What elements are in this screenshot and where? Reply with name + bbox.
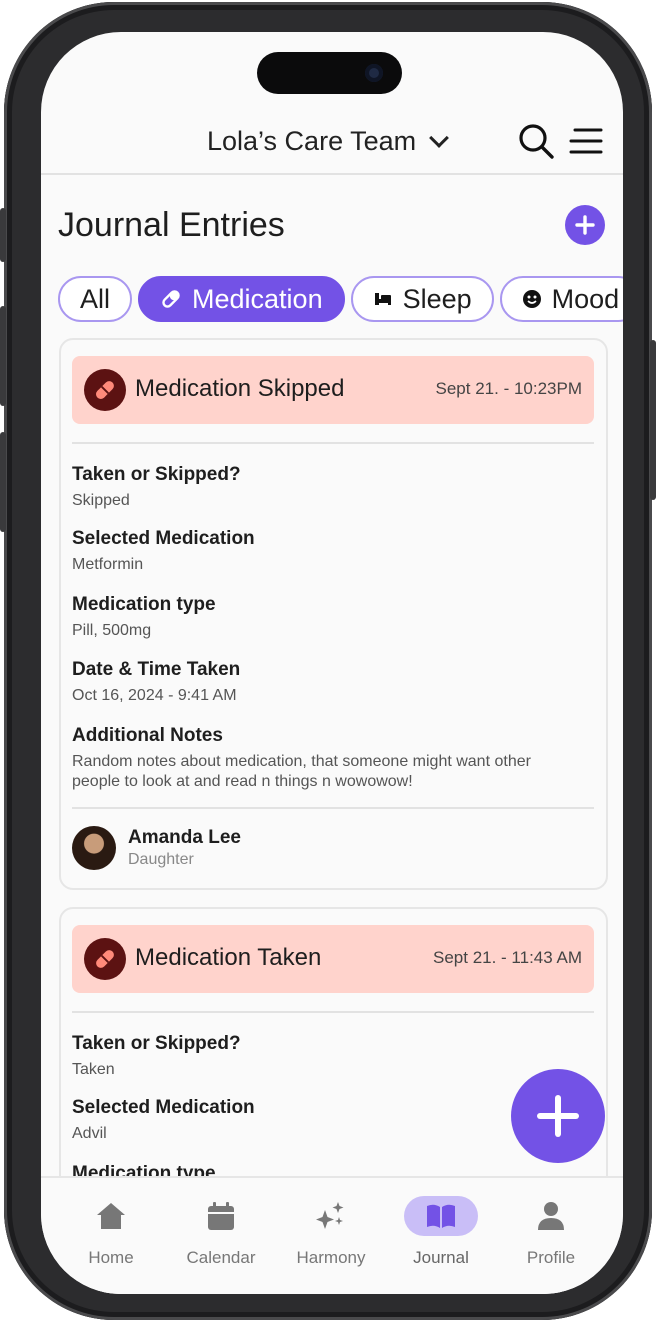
entry-header: Medication Skipped Sept 21. - 10:23PM	[72, 356, 594, 424]
entry-title: Medication Taken	[135, 944, 322, 971]
tab-label: Home	[88, 1248, 134, 1267]
tab-harmony[interactable]: Harmony	[281, 1196, 381, 1268]
filter-chips: All Medication Sleep Mood	[58, 276, 623, 322]
entry-field: Selected Medication Metformin	[72, 528, 255, 575]
menu-icon[interactable]	[569, 126, 603, 156]
volume-up-button	[0, 306, 6, 406]
journal-entry-card[interactable]: Medication Skipped Sept 21. - 10:23PM Ta…	[59, 338, 608, 890]
tab-calendar[interactable]: Calendar	[171, 1196, 271, 1268]
author-name: Amanda Lee	[128, 827, 241, 848]
page-title: Journal Entries	[58, 206, 285, 244]
field-label: Date & Time Taken	[72, 659, 241, 680]
add-entry-button[interactable]	[565, 205, 605, 245]
entry-header: Medication Taken Sept 21. - 11:43 AM	[72, 925, 594, 993]
entry-time: Sept 21. - 10:23PM	[435, 379, 582, 398]
action-button	[0, 208, 6, 262]
entry-author[interactable]: Amanda Lee Daughter	[72, 826, 241, 870]
header-divider	[41, 173, 623, 175]
tab-profile[interactable]: Profile	[501, 1196, 601, 1268]
field-value: Metformin	[72, 556, 144, 573]
entry-time: Sept 21. - 11:43 AM	[433, 948, 582, 967]
medication-pill-icon	[84, 938, 126, 980]
plus-icon	[575, 215, 595, 235]
avatar	[72, 826, 116, 870]
bed-icon	[373, 289, 393, 309]
tab-label: Journal	[413, 1248, 469, 1267]
screen: Lola’s Care Team Journal Entries All Med…	[41, 32, 623, 1294]
top-bar: Lola’s Care Team	[41, 120, 623, 174]
filter-chip-sleep[interactable]: Sleep	[350, 276, 494, 322]
smiley-icon	[522, 289, 542, 309]
field-value: Random notes about medication, that some…	[72, 753, 531, 790]
chip-label: Mood	[551, 283, 620, 314]
field-label: Selected Medication	[72, 1097, 255, 1118]
medication-pill-icon	[84, 369, 126, 411]
person-icon	[501, 1196, 601, 1236]
search-icon[interactable]	[517, 122, 555, 160]
field-value: Oct 16, 2024 - 9:41 AM	[72, 687, 237, 704]
sparkles-icon	[281, 1196, 381, 1236]
field-label: Selected Medication	[72, 528, 255, 549]
filter-chip-mood[interactable]: Mood	[499, 276, 623, 322]
divider	[72, 1011, 594, 1013]
volume-down-button	[0, 432, 6, 532]
dynamic-island	[257, 52, 402, 94]
tab-label: Harmony	[296, 1248, 366, 1267]
field-label: Taken or Skipped?	[72, 464, 241, 485]
tab-home[interactable]: Home	[61, 1196, 161, 1268]
entry-field: Taken or Skipped? Skipped	[72, 464, 241, 511]
field-value: Pill, 500mg	[72, 622, 152, 639]
team-name: Lola’s Care Team	[207, 126, 417, 156]
field-value: Taken	[72, 1061, 115, 1078]
calendar-icon	[171, 1196, 271, 1236]
entry-field: Additional Notes Random notes about medi…	[72, 725, 542, 792]
entry-field: Medication type Pill, 500mg	[72, 594, 216, 641]
field-value: Advil	[72, 1125, 107, 1142]
entry-field: Taken or Skipped? Taken	[72, 1033, 241, 1080]
tab-label: Calendar	[186, 1248, 256, 1267]
field-value: Skipped	[72, 492, 130, 509]
book-icon	[404, 1196, 478, 1236]
chip-label: Medication	[192, 283, 323, 314]
chevron-down-icon	[429, 127, 450, 148]
filter-chip-medication[interactable]: Medication	[138, 276, 345, 322]
plus-icon	[537, 1095, 579, 1137]
entry-field: Selected Medication Advil	[72, 1097, 255, 1144]
bottom-tab-bar: Home Calendar Harmony Journal Profile	[41, 1176, 623, 1294]
divider	[72, 807, 594, 809]
author-role: Daughter	[128, 851, 194, 868]
entry-field: Date & Time Taken Oct 16, 2024 - 9:41 AM	[72, 659, 240, 706]
phone-frame: Lola’s Care Team Journal Entries All Med…	[0, 2, 656, 1320]
field-label: Medication type	[72, 594, 216, 615]
chip-label: Sleep	[402, 283, 472, 314]
chip-label: All	[80, 283, 111, 314]
pill-icon	[160, 288, 182, 310]
tab-label: Profile	[526, 1248, 576, 1267]
entry-title: Medication Skipped	[135, 375, 345, 402]
camera-icon	[365, 64, 383, 82]
floating-add-button[interactable]	[511, 1069, 605, 1163]
divider	[72, 442, 594, 444]
field-label: Taken or Skipped?	[72, 1033, 241, 1054]
filter-chip-all[interactable]: All	[58, 276, 133, 322]
home-icon	[61, 1196, 161, 1236]
power-button	[650, 340, 656, 500]
tab-journal[interactable]: Journal	[391, 1196, 491, 1268]
field-label: Additional Notes	[72, 725, 223, 746]
team-selector[interactable]: Lola’s Care Team	[207, 126, 450, 157]
